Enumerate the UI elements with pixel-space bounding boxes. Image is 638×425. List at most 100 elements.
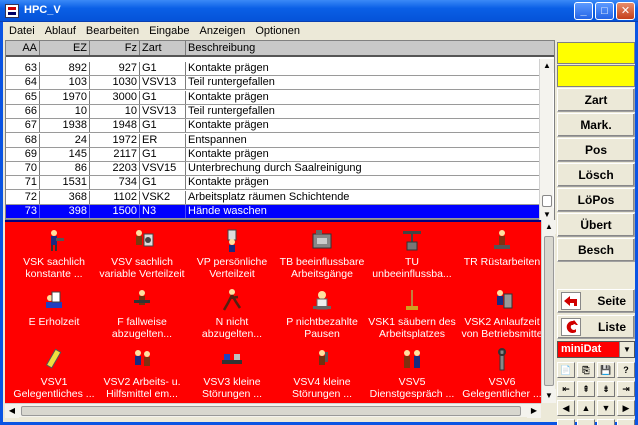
- cell-aa[interactable]: 65: [6, 90, 40, 104]
- cell-zart[interactable]: VSV13: [140, 76, 186, 90]
- data-grid[interactable]: AA EZ Fz Zart Beschreibung 63 892 927 G1 Kon…: [5, 40, 555, 220]
- panel-horizontal-scrollbar[interactable]: ◀ ▶: [5, 403, 541, 418]
- menu-datei[interactable]: Datei: [3, 22, 40, 40]
- scroll-left-icon[interactable]: ◀: [5, 404, 19, 418]
- table-row[interactable]: 63 892 927 G1 Kontakte prägen: [6, 62, 542, 76]
- step-left-icon[interactable]: ⇠: [557, 419, 575, 425]
- page-up-icon[interactable]: ⇞: [577, 381, 595, 397]
- cell-ez[interactable]: 86: [40, 162, 90, 176]
- cell-ez[interactable]: 24: [40, 133, 90, 147]
- scroll-thumb[interactable]: [21, 406, 521, 416]
- seite-button[interactable]: Seite: [557, 289, 635, 313]
- zeitart-tile[interactable]: VSV2 Arbeits- u. Hilfsmittel em...: [97, 346, 187, 403]
- zeitart-tile[interactable]: N nicht abzugelten...: [187, 286, 277, 346]
- scroll-up-icon[interactable]: ▲: [542, 220, 556, 234]
- cell-zart[interactable]: ER: [140, 133, 186, 147]
- cell-fz[interactable]: 3000: [90, 90, 140, 104]
- zeitart-tile[interactable]: TB beeinflussbare Arbeitsgänge: [277, 226, 367, 286]
- zeitart-tile[interactable]: TU unbeeinflussba...: [367, 226, 457, 286]
- zeitart-tile[interactable]: VSK sachlich konstante ...: [9, 226, 99, 286]
- cell-aa[interactable]: 71: [6, 176, 40, 190]
- pos-button[interactable]: Pos: [557, 138, 635, 162]
- cell-aa[interactable]: 73: [6, 205, 40, 218]
- cell-aa[interactable]: 66: [6, 104, 40, 118]
- menu-bearbeiten[interactable]: Bearbeiten: [81, 22, 144, 40]
- cell-zart[interactable]: G1: [140, 147, 186, 161]
- mark-button[interactable]: Mark.: [557, 113, 635, 137]
- cell-aa[interactable]: 70: [6, 162, 40, 176]
- cell-beschr[interactable]: Hände waschen: [186, 205, 538, 218]
- page-down-icon[interactable]: ⇟: [597, 381, 615, 397]
- scroll-up-icon[interactable]: ▲: [540, 59, 554, 73]
- cell-zart[interactable]: VSV15: [140, 162, 186, 176]
- liste-button[interactable]: Liste: [557, 315, 635, 339]
- new-doc-icon[interactable]: 📄: [557, 362, 575, 378]
- maximize-button[interactable]: □: [595, 2, 614, 20]
- cell-fz[interactable]: 2117: [90, 147, 140, 161]
- cell-fz[interactable]: 1500: [90, 205, 140, 218]
- down-arrow-icon[interactable]: ▼: [597, 400, 615, 416]
- cell-zart[interactable]: N3: [140, 205, 186, 218]
- cell-beschr[interactable]: Arbeitsplatz räumen Schichtende: [186, 191, 538, 204]
- zeitart-tile[interactable]: TR Rüstarbeiten: [457, 226, 541, 286]
- step-down-icon[interactable]: ↓: [597, 419, 615, 425]
- cell-zart[interactable]: VSV13: [140, 104, 186, 118]
- cell-aa[interactable]: 68: [6, 133, 40, 147]
- cell-beschr[interactable]: Kontakte prägen: [186, 148, 538, 161]
- left-arrow-icon[interactable]: ◀: [557, 400, 575, 416]
- header-ez[interactable]: EZ: [40, 41, 90, 55]
- copy-icon[interactable]: ⎘: [577, 362, 595, 378]
- title-bar[interactable]: HPC_V _ □ ✕: [0, 0, 638, 22]
- header-beschreibung[interactable]: Beschreibung: [186, 41, 538, 55]
- menu-anzeigen[interactable]: Anzeigen: [194, 22, 250, 40]
- cell-aa[interactable]: 69: [6, 147, 40, 161]
- close-button[interactable]: ✕: [616, 2, 635, 20]
- scroll-thumb[interactable]: [544, 236, 554, 386]
- table-row[interactable]: 66 10 10 VSV13 Teil runtergefallen: [6, 104, 542, 119]
- cell-ez[interactable]: 892: [40, 62, 90, 75]
- cell-aa[interactable]: 67: [6, 119, 40, 133]
- besch-button[interactable]: Besch: [557, 238, 635, 262]
- cell-fz[interactable]: 1102: [90, 190, 140, 204]
- minimize-button[interactable]: _: [574, 2, 593, 20]
- save-icon[interactable]: 💾: [597, 362, 615, 378]
- menu-ablauf[interactable]: Ablauf: [40, 22, 81, 40]
- zeitart-tile[interactable]: VSV6 Gelegentlicher ...: [457, 346, 541, 403]
- cell-fz[interactable]: 1972: [90, 133, 140, 147]
- table-row[interactable]: 71 1531 734 G1 Kontakte prägen: [6, 176, 542, 191]
- cell-beschr[interactable]: Kontakte prägen: [186, 91, 538, 104]
- up-arrow-icon[interactable]: ▲: [577, 400, 595, 416]
- zeitart-tile[interactable]: VSV5 Dienstgespräch ...: [367, 346, 457, 403]
- menu-optionen[interactable]: Optionen: [250, 22, 305, 40]
- scroll-thumb[interactable]: [542, 195, 552, 207]
- zeitart-tile[interactable]: VSV4 kleine Störungen ...: [277, 346, 367, 403]
- table-row[interactable]: 68 24 1972 ER Entspannen: [6, 133, 542, 148]
- yellow-field-1[interactable]: [557, 42, 635, 64]
- cell-aa[interactable]: 72: [6, 190, 40, 204]
- table-row[interactable]: 73 398 1500 N3 Hände waschen: [6, 205, 542, 219]
- cell-beschr[interactable]: Teil runtergefallen: [186, 105, 538, 118]
- zeitart-tile[interactable]: VSV3 kleine Störungen ...: [187, 346, 277, 403]
- yellow-field-2[interactable]: [557, 65, 635, 87]
- cell-ez[interactable]: 145: [40, 147, 90, 161]
- zeitart-tile[interactable]: E Erholzeit: [9, 286, 99, 346]
- cell-ez[interactable]: 398: [40, 205, 90, 218]
- cell-ez[interactable]: 1938: [40, 119, 90, 133]
- cell-beschr[interactable]: Unterbrechung durch Saalreinigung: [186, 162, 538, 175]
- cell-aa[interactable]: 64: [6, 76, 40, 90]
- cell-ez[interactable]: 10: [40, 104, 90, 118]
- cell-ez[interactable]: 103: [40, 76, 90, 90]
- zeitart-tile[interactable]: F fallweise abzugelten...: [97, 286, 187, 346]
- help-icon[interactable]: ?: [617, 362, 635, 378]
- first-record-icon[interactable]: ⇤: [557, 381, 575, 397]
- cell-zart[interactable]: G1: [140, 176, 186, 190]
- zeitart-tile[interactable]: VSK1 säubern des Arbeitsplatzes: [367, 286, 457, 346]
- table-row[interactable]: 64 103 1030 VSV13 Teil runtergefallen: [6, 76, 542, 91]
- cell-fz[interactable]: 10: [90, 104, 140, 118]
- cell-fz[interactable]: 1030: [90, 76, 140, 90]
- cell-beschr[interactable]: Kontakte prägen: [186, 62, 538, 75]
- header-fz[interactable]: Fz: [90, 41, 140, 55]
- zeitart-tile[interactable]: VSV sachlich variable Verteilzeit: [97, 226, 187, 286]
- cell-ez[interactable]: 368: [40, 190, 90, 204]
- header-zart[interactable]: Zart: [140, 41, 186, 55]
